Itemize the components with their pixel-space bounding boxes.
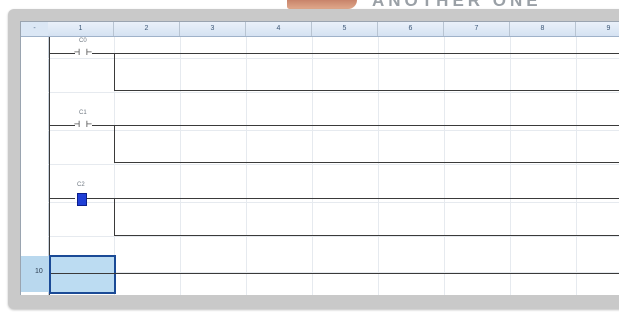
branch-wire (114, 90, 619, 91)
column-header-4[interactable]: 4 (246, 22, 312, 36)
normally-open-contact-icon[interactable]: ⊣ ⊢ (74, 120, 92, 130)
grid-line (48, 58, 619, 59)
column-header-9[interactable]: 9 (576, 22, 619, 36)
column-header-2[interactable]: 2 (114, 22, 180, 36)
rung-wire (49, 53, 75, 54)
rung-wire (92, 53, 619, 54)
column-header-7[interactable]: 7 (444, 22, 510, 36)
grid-line (48, 164, 619, 165)
grid-line (48, 202, 619, 203)
selected-contact-marker[interactable] (77, 193, 87, 206)
grid-line (312, 37, 313, 295)
grid-line (180, 37, 181, 295)
presenter-thumb (287, 0, 357, 9)
grid-line (48, 92, 619, 93)
grid-line (444, 37, 445, 295)
ladder-editor-grid[interactable]: - 1 2 3 4 5 6 7 8 9 C0 ⊣ ⊢ C1 ⊣ ⊢ C2 10 (20, 21, 619, 295)
branch-wire (114, 235, 619, 236)
rung-wire (49, 198, 75, 199)
contact-label: C0 (79, 38, 87, 44)
selected-cell[interactable] (49, 255, 116, 294)
normally-open-contact-icon[interactable]: ⊣ ⊢ (74, 48, 92, 58)
contact-label: C1 (79, 110, 87, 116)
banner-text: ANOTHER ONE (372, 0, 619, 9)
grid-corner[interactable]: - (21, 22, 49, 37)
grid-line (48, 236, 619, 237)
rung-wire (87, 198, 619, 199)
column-header-1[interactable]: 1 (48, 22, 114, 36)
end-rung-wire (51, 273, 619, 274)
end-row-label: 10 (35, 268, 43, 275)
grid-line (510, 37, 511, 295)
column-header-6[interactable]: 6 (378, 22, 444, 36)
grid-line (576, 37, 577, 295)
grid-line (378, 37, 379, 295)
column-header-3[interactable]: 3 (180, 22, 246, 36)
grid-line (246, 37, 247, 295)
branch-wire (114, 125, 115, 163)
contact-label: C2 (77, 182, 85, 188)
column-header: 1 2 3 4 5 6 7 8 9 (48, 22, 619, 37)
rung-wire (49, 125, 75, 126)
column-header-5[interactable]: 5 (312, 22, 378, 36)
branch-wire (114, 162, 619, 163)
rung-wire (92, 125, 619, 126)
branch-wire (114, 53, 115, 91)
column-header-8[interactable]: 8 (510, 22, 576, 36)
grid-line (48, 130, 619, 131)
branch-wire (114, 198, 115, 236)
